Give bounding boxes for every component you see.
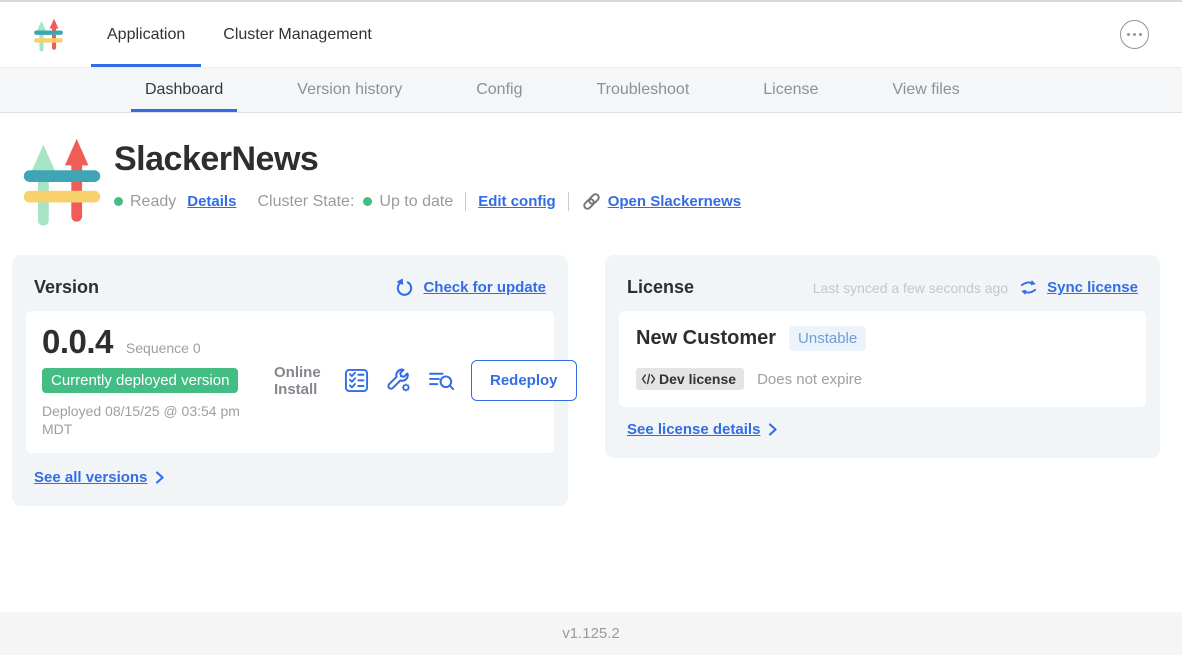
deployed-timestamp: Deployed 08/15/25 @ 03:54 pm MDT bbox=[42, 402, 257, 439]
see-all-versions-link[interactable]: See all versions bbox=[34, 469, 165, 486]
license-card: License Last synced a few seconds ago Sy… bbox=[605, 255, 1160, 458]
sync-arrows-icon bbox=[1019, 279, 1038, 296]
brand-logo bbox=[33, 2, 64, 67]
license-panel: New Customer Unstable Dev license Does n… bbox=[619, 311, 1146, 407]
version-sequence: Sequence 0 bbox=[126, 340, 201, 356]
last-synced-text: Last synced a few seconds ago bbox=[813, 280, 1008, 296]
see-license-details-label[interactable]: See license details bbox=[627, 421, 760, 438]
edit-config-link[interactable]: Edit config bbox=[478, 193, 556, 210]
license-type-label: Dev license bbox=[659, 371, 736, 387]
subnav-tab-license[interactable]: License bbox=[749, 71, 832, 112]
console-version: v1.125.2 bbox=[562, 625, 620, 642]
channel-badge: Unstable bbox=[789, 326, 866, 351]
cluster-state-text: Up to date bbox=[379, 193, 453, 211]
see-all-versions-label[interactable]: See all versions bbox=[34, 469, 147, 486]
subnav-tab-version-history[interactable]: Version history bbox=[283, 71, 416, 112]
license-card-title: License bbox=[627, 277, 694, 298]
details-link[interactable]: Details bbox=[187, 193, 236, 210]
app-logo-icon bbox=[33, 16, 64, 53]
app-icon bbox=[20, 132, 104, 230]
customer-name: New Customer bbox=[636, 327, 776, 350]
app-status-dot bbox=[114, 197, 123, 206]
admin-console-page: Application Cluster Management Dashboard… bbox=[0, 0, 1182, 655]
app-header: SlackerNews Ready Details Cluster State:… bbox=[20, 130, 1182, 230]
cluster-state-label: Cluster State: bbox=[257, 193, 354, 211]
open-app-link[interactable]: Open Slackernews bbox=[581, 191, 741, 212]
deployed-badge: Currently deployed version bbox=[42, 368, 238, 393]
version-card-footer: See all versions bbox=[26, 469, 554, 492]
chevron-right-icon bbox=[155, 470, 165, 485]
divider bbox=[568, 192, 569, 211]
version-card: Version Check for update 0.0.4 Sequence … bbox=[12, 255, 568, 506]
divider bbox=[465, 192, 466, 211]
more-menu-icon[interactable] bbox=[1120, 20, 1149, 49]
topnav-tab-cluster-management[interactable]: Cluster Management bbox=[207, 5, 388, 67]
install-type-label: Online Install bbox=[274, 364, 328, 399]
subnav-tab-dashboard[interactable]: Dashboard bbox=[131, 71, 237, 112]
topnav-tab-application[interactable]: Application bbox=[91, 5, 201, 67]
subnav-tab-view-files[interactable]: View files bbox=[878, 71, 973, 112]
license-expiry: Does not expire bbox=[757, 371, 862, 388]
app-status-row: Ready Details Cluster State: Up to date … bbox=[114, 191, 741, 212]
sync-license-link[interactable]: Sync license bbox=[1047, 279, 1138, 296]
license-card-header: License Last synced a few seconds ago Sy… bbox=[619, 269, 1146, 298]
redeploy-button[interactable]: Redeploy bbox=[471, 360, 577, 401]
view-logs-icon[interactable] bbox=[427, 368, 456, 393]
refresh-icon bbox=[395, 278, 414, 297]
version-card-header: Version Check for update bbox=[26, 269, 554, 298]
top-navbar: Application Cluster Management bbox=[0, 2, 1182, 68]
license-type-badge: Dev license bbox=[636, 368, 744, 390]
preflight-checks-icon[interactable] bbox=[343, 367, 370, 394]
version-card-title: Version bbox=[34, 277, 99, 298]
app-status-text: Ready bbox=[130, 193, 176, 211]
app-title: SlackerNews bbox=[114, 140, 741, 179]
topnav-spacer bbox=[388, 2, 1120, 67]
code-brackets-icon bbox=[641, 373, 656, 385]
current-version-panel: 0.0.4 Sequence 0 Currently deployed vers… bbox=[26, 311, 554, 453]
version-number: 0.0.4 bbox=[42, 323, 113, 361]
app-subnav: Dashboard Version history Config Trouble… bbox=[0, 68, 1182, 113]
license-card-footer: See license details bbox=[619, 421, 1146, 444]
config-wrench-icon[interactable] bbox=[385, 367, 412, 394]
chevron-right-icon bbox=[768, 422, 778, 437]
chain-link-icon bbox=[581, 191, 602, 212]
console-footer: v1.125.2 bbox=[0, 612, 1182, 655]
open-app-link-label[interactable]: Open Slackernews bbox=[608, 193, 741, 210]
subnav-tab-troubleshoot[interactable]: Troubleshoot bbox=[582, 71, 703, 112]
subnav-tab-config[interactable]: Config bbox=[462, 71, 536, 112]
cluster-state-dot bbox=[363, 197, 372, 206]
dashboard-cards: Version Check for update 0.0.4 Sequence … bbox=[12, 255, 1170, 506]
see-license-details-link[interactable]: See license details bbox=[627, 421, 778, 438]
check-for-update-link[interactable]: Check for update bbox=[423, 279, 546, 296]
